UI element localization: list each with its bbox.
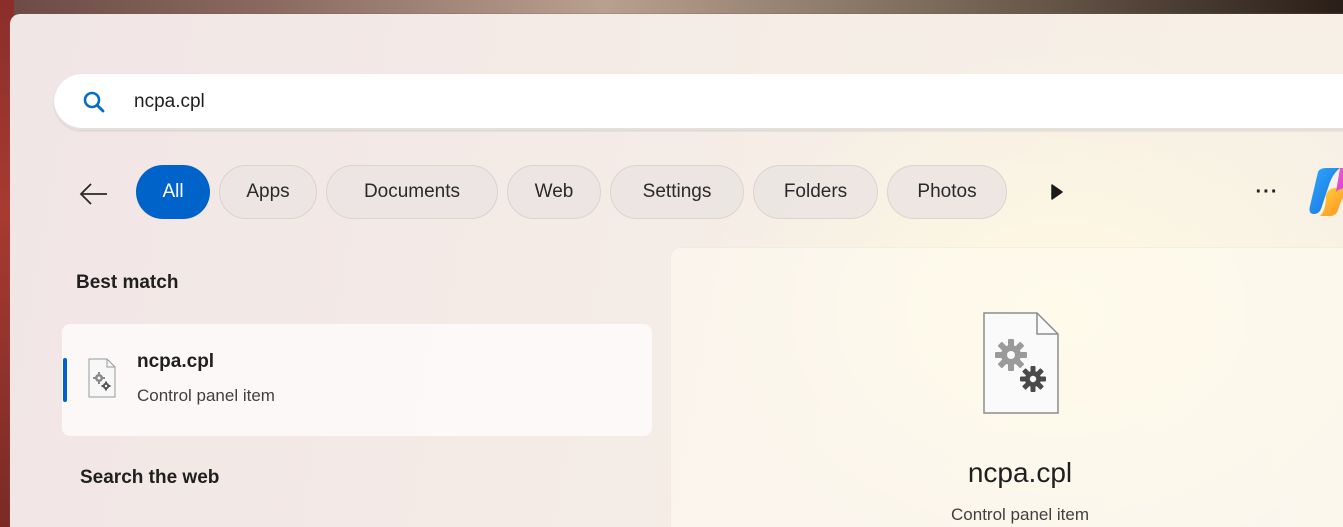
play-icon xyxy=(1051,184,1063,200)
search-panel: All Apps Documents Web Settings Folders … xyxy=(10,14,1343,527)
tab-apps[interactable]: Apps xyxy=(219,165,317,219)
result-subtitle: Control panel item xyxy=(137,386,275,405)
arrow-left-icon xyxy=(79,183,107,205)
tab-label: Apps xyxy=(246,181,290,202)
tab-label: Settings xyxy=(642,181,712,202)
preview-pane: ncpa.cpl Control panel item xyxy=(670,247,1343,527)
tab-label: Web xyxy=(534,181,574,202)
selection-indicator xyxy=(63,358,67,402)
back-button[interactable] xyxy=(74,174,114,214)
tab-documents[interactable]: Documents xyxy=(326,165,498,219)
search-box[interactable] xyxy=(54,74,1343,130)
result-title: ncpa.cpl xyxy=(137,351,215,372)
tab-label: Documents xyxy=(363,181,461,202)
tab-label: Folders xyxy=(783,181,848,202)
tab-settings[interactable]: Settings xyxy=(610,165,744,219)
preview-subtitle: Control panel item xyxy=(951,505,1089,524)
tab-all[interactable]: All xyxy=(136,165,210,219)
best-match-result[interactable]: ncpa.cpl Control panel item xyxy=(62,324,652,436)
control-panel-file-icon xyxy=(983,312,1059,414)
tab-web[interactable]: Web xyxy=(507,165,601,219)
tab-label: All xyxy=(162,181,184,202)
tab-label: Photos xyxy=(917,181,977,202)
control-panel-file-icon xyxy=(88,358,116,398)
tab-folders[interactable]: Folders xyxy=(753,165,878,219)
search-web-heading: Search the web xyxy=(80,467,220,488)
search-input[interactable] xyxy=(134,88,1034,116)
preview-title: ncpa.cpl xyxy=(967,457,1073,488)
copilot-button[interactable] xyxy=(1306,166,1343,218)
tab-photos[interactable]: Photos xyxy=(887,165,1007,219)
more-tabs-button[interactable] xyxy=(1044,179,1070,205)
copilot-icon xyxy=(1309,168,1343,216)
ellipsis-icon: ··· xyxy=(1255,180,1279,203)
best-match-heading: Best match xyxy=(76,272,179,293)
more-options-button[interactable]: ··· xyxy=(1247,179,1287,205)
search-icon xyxy=(83,91,105,113)
